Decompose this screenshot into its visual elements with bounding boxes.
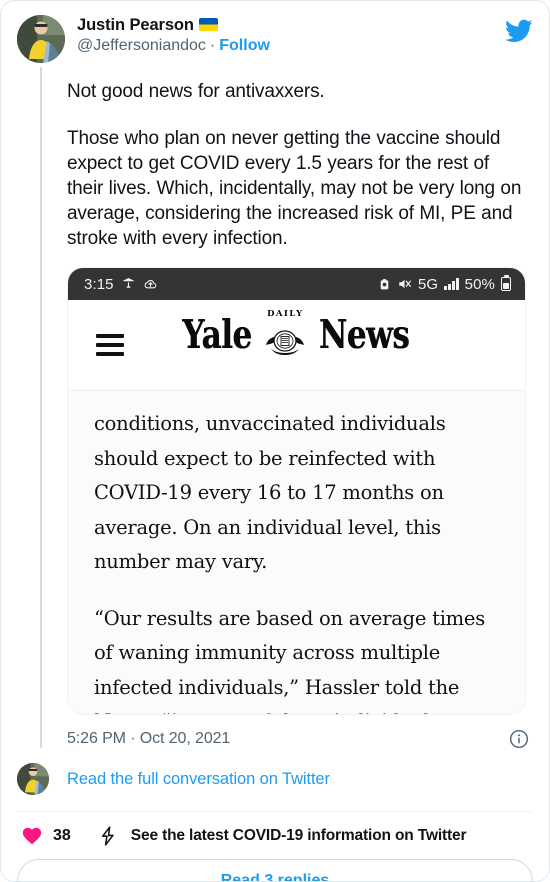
author-info: Justin Pearson @Jeffersoniandoc · Follow [77,15,270,56]
crest-daily-label: DAILY [267,309,304,319]
avatar-small[interactable] [17,763,49,795]
status-bar-right: 5G 50% [378,274,511,293]
phone-status-bar: 3:15 5G 50% [68,268,525,300]
like-count: 38 [53,827,71,844]
hamburger-menu-icon[interactable] [96,329,124,361]
embedded-screenshot-image[interactable]: 3:15 5G 50% Yale DAILY News conditions, … [67,267,526,715]
info-circle-icon[interactable] [509,729,529,749]
tweet-embed-card: Justin Pearson @Jeffersoniandoc · Follow N… [0,0,550,882]
follow-link[interactable]: Follow [219,37,270,54]
tweet-timestamp: 5:26 PM · Oct 20, 2021 [67,730,231,747]
tweet-paragraph-2: Those who plan on never getting the vacc… [67,128,522,249]
battery-icon [501,274,511,291]
twitter-bird-icon[interactable] [505,17,533,45]
covid-info-link[interactable]: See the latest COVID-19 information on T… [131,827,467,845]
yale-daily-news-site-header: Yale DAILY News [68,300,525,390]
tweet-stats-row: 38 See the latest COVID-19 information o… [1,812,549,847]
signal-bars-icon [444,278,459,290]
tweet-meta-row: 5:26 PM · Oct 20, 2021 [1,715,549,749]
article-paragraph-1: conditions, unvaccinated individuals sho… [94,412,446,573]
masthead-word-yale: Yale [182,310,253,358]
separator-dot: · [209,37,216,55]
handle-row: @Jeffersoniandoc · Follow [77,36,270,56]
volume-mute-icon [397,277,412,291]
vpn-key-icon [122,277,135,291]
lightning-bolt-icon [97,825,119,847]
yale-daily-news-crest-icon: DAILY [257,309,313,356]
display-name: Justin Pearson [77,15,270,35]
tweet-body: Not good news for antivaxxers. Those who… [1,67,549,715]
thread-connector-line [40,67,42,748]
cloud-upload-icon [143,277,158,291]
article-text-area: conditions, unvaccinated individuals sho… [68,390,525,715]
ukraine-flag-icon [198,18,218,31]
handle: @Jeffersoniandoc [77,37,206,55]
battery-percent-label: 50% [464,275,495,293]
tweet-paragraph-1: Not good news for antivaxxers. [67,81,325,102]
read-replies-button[interactable]: Read 3 replies [17,859,533,881]
tweet-text: Not good news for antivaxxers. Those who… [67,79,525,251]
read-full-conversation-link[interactable]: Read the full conversation on Twitter [67,770,330,789]
article-paragraph-2: “Our results are based on average times … [94,606,486,715]
network-type-label: 5G [417,275,439,293]
masthead: Yale DAILY News [68,309,525,358]
conversation-row: Read the full conversation on Twitter [1,749,549,795]
status-bar-time: 3:15 [84,275,114,293]
status-bar-left: 3:15 [84,276,158,293]
alarm-icon [378,277,391,291]
heart-icon[interactable] [21,825,43,847]
tweet-header: Justin Pearson @Jeffersoniandoc · Follow [1,1,549,67]
display-name-text: Justin Pearson [77,16,194,34]
avatar[interactable] [17,15,65,63]
masthead-word-news: News [319,310,410,358]
